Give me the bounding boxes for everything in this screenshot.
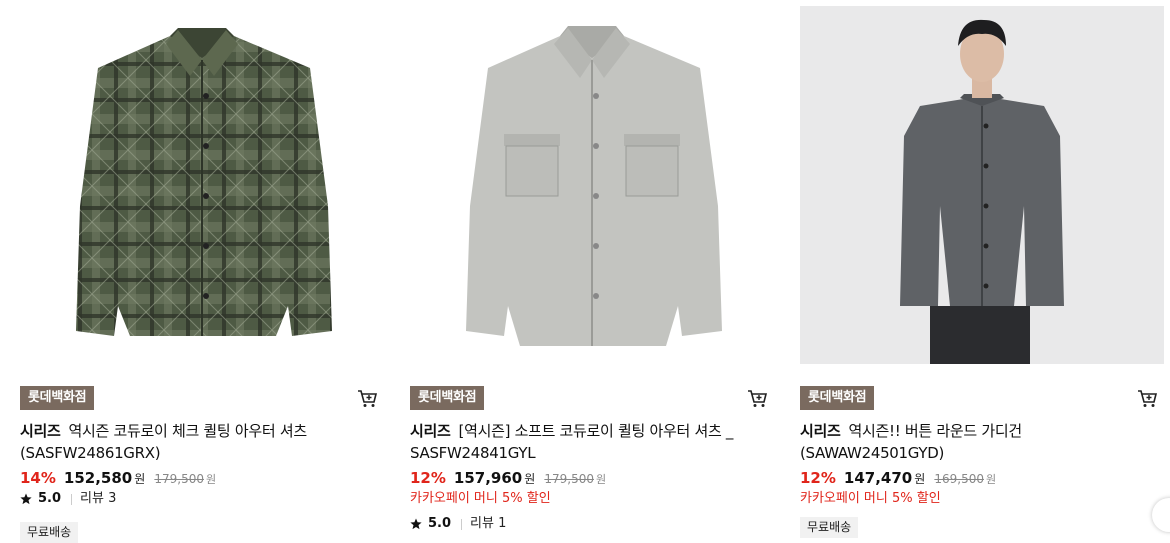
- product-card[interactable]: 롯데백화점 시리즈 역시즌 코듀로이 체크 퀼팅 아우터 셔츠 (SASFW248…: [20, 6, 384, 543]
- product-card[interactable]: 롯데백화점 시리즈 [역시즌] 소프트 코듀로이 퀼팅 아우터 셔츠 _ SASF…: [410, 6, 774, 534]
- jacket-illustration: [466, 26, 722, 346]
- review-count: 리뷰 1: [470, 516, 507, 531]
- brand-name: 시리즈: [410, 422, 451, 440]
- product-code: SASFW24841GYL: [410, 444, 536, 462]
- currency: 원: [524, 472, 536, 486]
- product-title[interactable]: 시리즈 역시즌!! 버튼 라운드 가디건 (SAWAW24501GYD): [800, 420, 1164, 464]
- rating-value: 5.0: [428, 516, 452, 531]
- divider: [461, 518, 463, 530]
- product-title[interactable]: 시리즈 [역시즌] 소프트 코듀로이 퀼팅 아우터 셔츠 _ SASFW24841…: [410, 420, 774, 464]
- free-shipping-badge: 무료배송: [800, 517, 859, 538]
- original-currency: 원: [206, 473, 217, 486]
- cart-icon: [358, 390, 378, 407]
- product-image[interactable]: [800, 6, 1164, 364]
- original-price: 169,500: [934, 472, 984, 486]
- store-badge: 롯데백화점: [410, 386, 485, 410]
- product-image[interactable]: [20, 6, 384, 364]
- store-badge: 롯데백화점: [800, 386, 875, 410]
- product-card[interactable]: 롯데백화점 시리즈 역시즌!! 버튼 라운드 가디건 (SAWAW24501GYD…: [800, 6, 1164, 538]
- product-name: 역시즌 코듀로이 체크 퀼팅 아우터 셔츠: [68, 422, 308, 440]
- price-row: 12% 157,960 원 179,500 원: [410, 468, 774, 488]
- add-to-cart-button[interactable]: [356, 387, 378, 409]
- store-badge: 롯데백화점: [20, 386, 95, 410]
- sale-price: 147,470: [843, 469, 913, 487]
- product-name: 역시즌!! 버튼 라운드 가디건: [848, 422, 1023, 440]
- product-name: [역시즌] 소프트 코듀로이 퀼팅 아우터 셔츠 _: [458, 422, 734, 440]
- add-to-cart-button[interactable]: [746, 387, 768, 409]
- star-icon: [20, 493, 32, 505]
- original-currency: 원: [596, 473, 607, 486]
- discount-rate: 12%: [410, 469, 446, 487]
- review-count: 리뷰 3: [80, 491, 117, 506]
- original-price: 179,500: [544, 472, 594, 486]
- product-code: (SAWAW24501GYD): [800, 444, 945, 462]
- sale-price: 157,960: [453, 469, 523, 487]
- price-row: 14% 152,580 원 179,500 원: [20, 468, 384, 488]
- cart-icon: [1138, 390, 1158, 407]
- promo-text: 카카오페이 머니 5% 할인: [410, 491, 551, 506]
- rating-value: 5.0: [38, 491, 62, 506]
- free-shipping-badge: 무료배송: [20, 522, 79, 543]
- original-price: 179,500: [154, 472, 204, 486]
- currency: 원: [134, 472, 146, 486]
- promo-text: 카카오페이 머니 5% 할인: [800, 491, 941, 506]
- currency: 원: [914, 472, 926, 486]
- original-currency: 원: [986, 473, 997, 486]
- divider: [71, 493, 73, 505]
- model-illustration: [900, 19, 1064, 364]
- rating-row: 5.0 리뷰 1: [410, 514, 774, 534]
- rating-row: 5.0 리뷰 3: [20, 489, 384, 509]
- discount-rate: 14%: [20, 469, 56, 487]
- discount-rate: 12%: [800, 469, 836, 487]
- product-title[interactable]: 시리즈 역시즌 코듀로이 체크 퀼팅 아우터 셔츠 (SASFW24861GRX): [20, 420, 384, 464]
- cart-icon: [748, 390, 768, 407]
- add-to-cart-button[interactable]: [1136, 387, 1158, 409]
- brand-name: 시리즈: [20, 422, 61, 440]
- product-image[interactable]: [410, 6, 774, 364]
- jacket-illustration: [76, 28, 332, 336]
- product-code: (SASFW24861GRX): [20, 444, 161, 462]
- star-icon: [410, 518, 422, 530]
- price-row: 12% 147,470 원 169,500 원: [800, 468, 1164, 488]
- brand-name: 시리즈: [800, 422, 841, 440]
- sale-price: 152,580: [63, 469, 133, 487]
